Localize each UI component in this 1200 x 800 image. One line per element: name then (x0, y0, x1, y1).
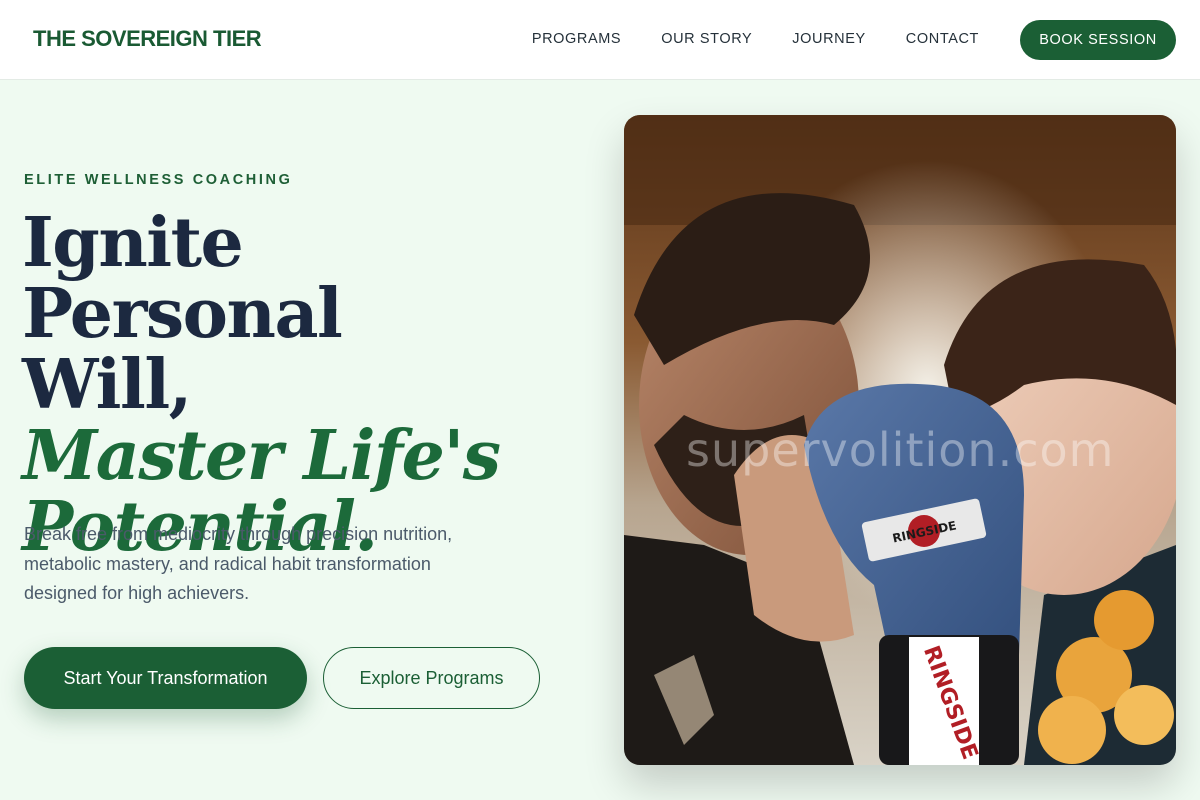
hero-subtext: Break free from mediocrity through preci… (24, 524, 453, 603)
explore-programs-button[interactable]: Explore Programs (323, 647, 540, 709)
headline-line-2: Will, (22, 345, 192, 425)
hero-headline: Ignite Personal Will, Master Life's Pote… (22, 208, 582, 563)
hero-photo: RINGSIDE RINGSIDE supervolition.com (624, 115, 1176, 765)
photo-watermark: supervolition.com (686, 423, 1115, 477)
book-session-button[interactable]: BOOK SESSION (1020, 20, 1176, 60)
main-nav: PROGRAMS OUR STORY JOURNEY CONTACT (532, 31, 979, 47)
headline-accent-1: Master Life's (22, 416, 501, 496)
start-transformation-button[interactable]: Start Your Transformation (24, 647, 307, 709)
brand-logo[interactable]: THE SOVEREIGN TIER (33, 26, 262, 52)
nav-link-our-story[interactable]: OUR STORY (661, 31, 752, 47)
nav-link-journey[interactable]: JOURNEY (792, 31, 866, 47)
top-navbar: THE SOVEREIGN TIER PROGRAMS OUR STORY JO… (0, 0, 1200, 80)
nav-link-contact[interactable]: CONTACT (906, 31, 979, 47)
headline-line-1: Ignite Personal (22, 203, 343, 354)
hero-eyebrow: ELITE WELLNESS COACHING (24, 172, 293, 188)
nav-link-programs[interactable]: PROGRAMS (532, 31, 621, 47)
